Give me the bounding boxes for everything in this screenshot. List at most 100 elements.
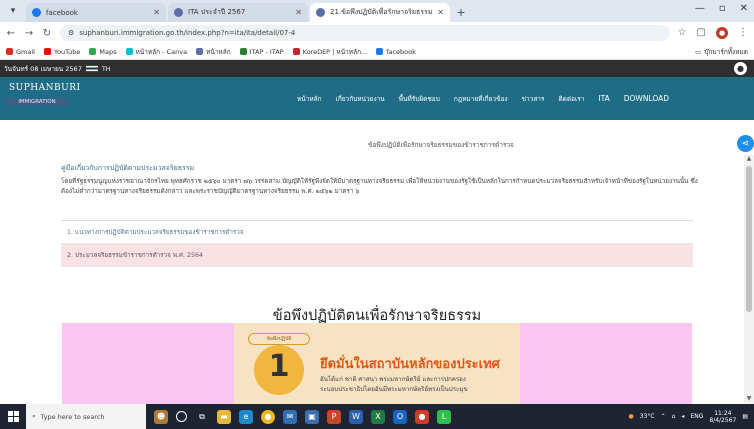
language-label[interactable]: TH	[102, 65, 111, 73]
menu-law[interactable]: กฎหมายที่เกี่ยวข้อง	[454, 94, 508, 104]
app-red-icon[interactable]: ●	[415, 409, 429, 424]
minimize-icon[interactable]: —	[695, 3, 705, 14]
share-button[interactable]: ⋖	[737, 135, 754, 152]
scroll-up-icon[interactable]: ▲	[744, 155, 754, 164]
document-list: 1. แนวทางการปฏิบัติตามประมวลจริยธรรมของข…	[61, 220, 693, 267]
site-info-icon[interactable]: ⚙	[68, 29, 74, 37]
bookmark-star-icon[interactable]: ☆	[678, 27, 687, 39]
site-logo[interactable]: SUPHANBURI IMMIGRATION	[6, 80, 80, 116]
maps-icon	[89, 48, 97, 55]
reload-icon[interactable]: ↻	[42, 28, 52, 39]
task-view-icon[interactable]: ⧉	[195, 410, 209, 424]
tray-chevron-icon[interactable]: ⌃	[661, 413, 666, 420]
word-icon[interactable]: W	[349, 409, 363, 424]
store-icon[interactable]: ▣	[305, 409, 319, 424]
forward-icon[interactable]: →	[24, 28, 34, 39]
document-link-2[interactable]: 2. ประมวลจริยธรรมข้าราชการตำรวจ พ.ศ. 256…	[61, 244, 693, 267]
maximize-icon[interactable]: ▫	[719, 3, 726, 14]
start-button[interactable]	[0, 404, 26, 429]
bookmark-maps[interactable]: Maps	[89, 48, 117, 56]
site-icon	[196, 48, 204, 55]
clock-date: 8/4/2567	[709, 416, 737, 424]
close-tab-icon[interactable]: ✕	[437, 8, 444, 17]
cortana-icon[interactable]	[176, 411, 187, 422]
clock-time: 11:24	[714, 409, 732, 417]
outlook-icon[interactable]: O	[393, 409, 407, 424]
line-icon[interactable]: L	[437, 409, 451, 424]
notification-icon[interactable]: ▤	[742, 413, 748, 420]
new-tab-button[interactable]: +	[452, 3, 470, 22]
back-icon[interactable]: ←	[6, 28, 16, 39]
site-favicon-icon	[174, 8, 183, 17]
weather-temp[interactable]: 33°C	[640, 413, 655, 420]
tab-search-button[interactable]: ▾	[0, 0, 26, 22]
scroll-down-icon[interactable]: ▼	[744, 395, 754, 404]
itap-icon	[239, 48, 247, 55]
main-menu: หน้าหลัก เกี่ยวกับหน่วยงาน พื้นที่รับผิด…	[297, 77, 669, 120]
weather-icon[interactable]: ●	[629, 413, 634, 420]
page-scrollbar[interactable]: ▲ ▼	[744, 155, 754, 404]
logo-name: SUPHANBURI	[9, 83, 81, 93]
folder-icon: ▭	[695, 47, 702, 56]
menu-ita[interactable]: ITA	[598, 94, 609, 103]
taskbar-search[interactable]: ⌕ Type here to search	[26, 404, 146, 429]
close-window-icon[interactable]: ✕	[740, 3, 748, 14]
excel-icon[interactable]: X	[371, 409, 385, 424]
poster-ribbon: ข้อพึงปฏิบัติ	[248, 333, 310, 345]
section-title: คู่มือเกี่ยวกับการปฏิบัติตามประมวลจริยธร…	[61, 164, 195, 172]
bookmark-koredep[interactable]: KoreDEP | หน้าหลัก...	[292, 47, 367, 57]
bookmark-canva[interactable]: หน้าหลัก - Canva	[125, 47, 187, 57]
poster-line-2: ระบอบประชาธิปไตยอันมีพระมหากษัตริย์ทรงเป…	[320, 386, 468, 393]
file-explorer-icon[interactable]: ▬	[217, 409, 231, 424]
menu-contact[interactable]: ติดต่อเรา	[558, 94, 584, 104]
language-indicator[interactable]: ENG	[690, 413, 703, 420]
thai-flag-icon[interactable]	[85, 65, 98, 72]
system-tray: ● 33°C ⌃ ⌂ ◂ ENG 11:24 8/4/2567 ▤	[629, 410, 754, 424]
tab-title: 21.ข้อพึงปฏิบัติเพื่อรักษาจริยธรรม	[330, 8, 433, 16]
bookmark-facebook[interactable]: facebook	[376, 48, 416, 56]
user-icon[interactable]: ●	[734, 62, 747, 75]
url-text: suphanburi.immigration.go.th/index.php?n…	[79, 29, 296, 37]
more-menu-icon[interactable]: ⋮	[738, 27, 748, 39]
canva-icon	[125, 48, 133, 55]
document-link-1[interactable]: 1. แนวทางการปฏิบัติตามประมวลจริยธรรมของข…	[61, 221, 693, 244]
monkey-widget-icon[interactable]: ☻	[154, 409, 168, 424]
network-icon[interactable]: ⌂	[672, 413, 676, 420]
bookmark-home[interactable]: หน้าหลัก	[196, 47, 231, 57]
site-navbar: SUPHANBURI IMMIGRATION หน้าหลัก เกี่ยวกั…	[0, 77, 754, 120]
gmail-icon	[6, 48, 13, 55]
taskbar-clock[interactable]: 11:24 8/4/2567	[709, 410, 736, 424]
profile-avatar[interactable]: ●	[716, 27, 728, 39]
extensions-icon[interactable]: ▢	[697, 27, 706, 39]
breadcrumb: ข้อพึงปฏิบัติเพื่อรักษาจริยธรรมของข้าราช…	[368, 141, 514, 149]
close-tab-icon[interactable]: ✕	[295, 8, 302, 17]
taskbar-apps: ☻ ⧉ ▬ e ● ✉ ▣ P W X O ● L	[154, 409, 451, 424]
bookmark-itap[interactable]: ITAP - ITAP	[239, 48, 284, 56]
menu-news[interactable]: ข่าวสาร	[522, 94, 545, 104]
close-tab-icon[interactable]: ✕	[153, 8, 160, 17]
menu-home[interactable]: หน้าหลัก	[297, 94, 322, 104]
mail-icon[interactable]: ✉	[283, 409, 297, 424]
tab-ethics[interactable]: 21.ข้อพึงปฏิบัติเพื่อรักษาจริยธรรม ✕	[310, 3, 450, 22]
menu-about[interactable]: เกี่ยวกับหน่วยงาน	[336, 94, 385, 104]
tab-facebook[interactable]: facebook ✕	[26, 3, 166, 22]
koredep-icon	[292, 48, 300, 55]
bookmark-gmail[interactable]: Gmail	[6, 48, 35, 56]
tab-ita[interactable]: ITA ประจำปี 2567 ✕	[168, 3, 308, 22]
volume-icon[interactable]: ◂	[681, 413, 684, 420]
tab-title: ITA ประจำปี 2567	[188, 8, 246, 16]
edge-icon[interactable]: e	[239, 409, 253, 424]
browser-toolbar: ← → ↻ ⚙ suphanburi.immigration.go.th/ind…	[0, 22, 754, 44]
address-bar[interactable]: ⚙ suphanburi.immigration.go.th/index.php…	[60, 25, 670, 41]
bookmark-youtube[interactable]: YouTube	[43, 48, 80, 56]
web-page: วันจันทร์ 08 เมษายน 2567 TH ● SUPHANBURI…	[0, 60, 754, 404]
windows-logo-icon	[7, 411, 19, 422]
bookmarks-bar: Gmail YouTube Maps หน้าหลัก - Canva หน้า…	[0, 44, 754, 60]
menu-area[interactable]: พื้นที่รับผิดชอบ	[399, 94, 440, 104]
chrome-icon[interactable]: ●	[261, 409, 275, 424]
all-bookmarks[interactable]: ▭ บุ๊กมาร์กทั้งหมด	[695, 47, 748, 57]
scrollbar-thumb[interactable]	[746, 166, 752, 312]
powerpoint-icon[interactable]: P	[327, 409, 341, 424]
menu-download[interactable]: DOWNLOAD	[624, 94, 669, 103]
facebook-favicon-icon	[32, 8, 41, 17]
